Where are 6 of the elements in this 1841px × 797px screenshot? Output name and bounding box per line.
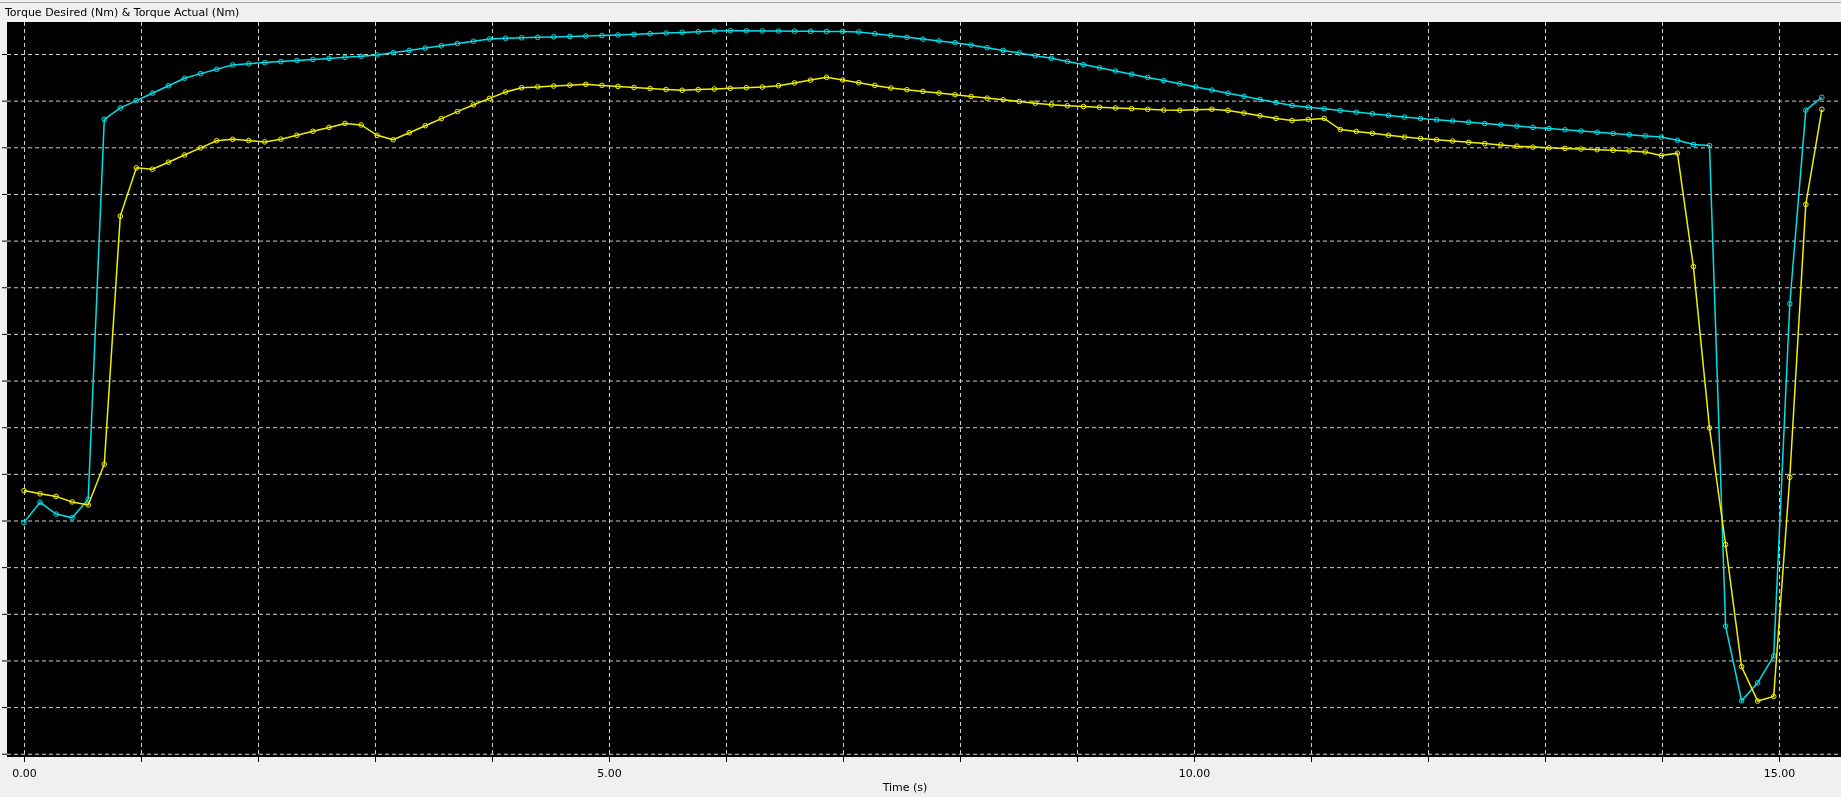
axis-tick-label: 15.00	[1763, 767, 1796, 780]
axis-tick-label: 10.00	[1178, 767, 1211, 780]
axis-label: Time (s)	[882, 781, 928, 794]
axis-tick-label: 5.00	[597, 767, 622, 780]
axis-tick-label: 0.00	[12, 767, 37, 780]
chart-title: Torque Desired (Nm) & Torque Actual (Nm)	[4, 5, 241, 21]
